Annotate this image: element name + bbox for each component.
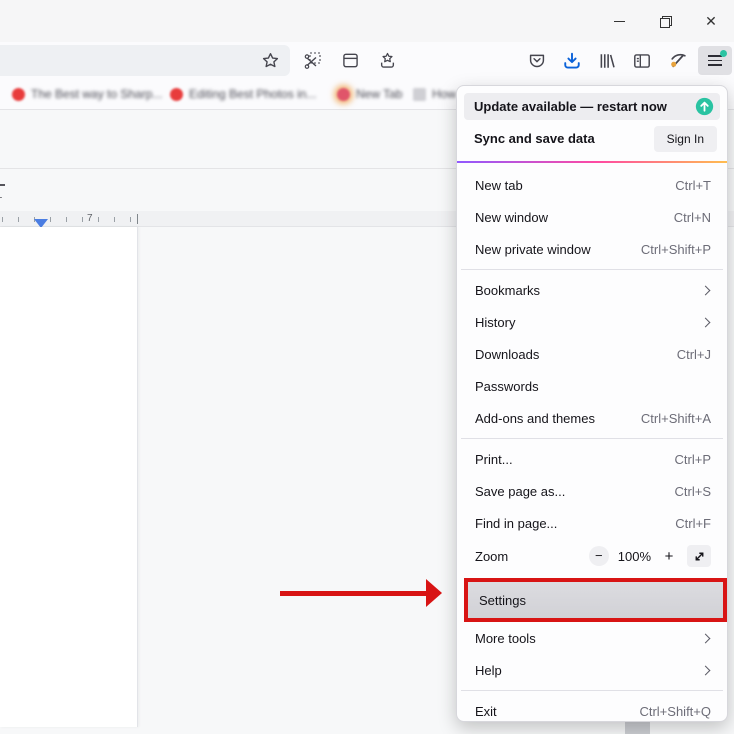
chevron-right-icon (701, 633, 711, 643)
shortcut: Ctrl+N (674, 210, 711, 225)
minimize-button[interactable] (596, 3, 642, 39)
pocket-icon[interactable] (523, 47, 551, 75)
downloads-icon[interactable] (558, 47, 586, 75)
bookmark-label: How (432, 87, 456, 101)
menu-item-downloads[interactable]: Downloads Ctrl+J (457, 338, 727, 370)
margin-marker[interactable] (137, 214, 138, 224)
update-badge-dot (720, 50, 727, 57)
zoom-level[interactable]: 100% (618, 549, 651, 564)
menu-item-save-page-as[interactable]: Save page as... Ctrl+S (457, 475, 727, 507)
shortcut: Ctrl+S (675, 484, 711, 499)
restore-icon (660, 16, 670, 26)
bookmark-item[interactable]: The Best way to Sharp... (12, 84, 162, 104)
sync-label: Sync and save data (474, 131, 654, 146)
update-banner-label: Update available — restart now (474, 99, 695, 114)
menu-item-new-tab[interactable]: New tab Ctrl+T (457, 169, 727, 201)
minimize-icon (614, 21, 625, 22)
update-banner[interactable]: Update available — restart now (464, 93, 720, 120)
annotation-arrow-head (426, 579, 442, 607)
close-button[interactable]: ✕ (688, 3, 734, 39)
menu-item-addons-themes[interactable]: Add-ons and themes Ctrl+Shift+A (457, 402, 727, 434)
shortcut: Ctrl+T (675, 178, 711, 193)
shortcut: Ctrl+J (677, 347, 711, 362)
navigation-toolbar (0, 42, 734, 79)
fullscreen-diagonal-icon (693, 550, 706, 563)
extension-pickaxe-icon[interactable] (663, 47, 691, 75)
titlebar: ✕ (0, 0, 734, 42)
library-icon[interactable] (593, 47, 621, 75)
shortcut: Ctrl+Shift+A (641, 411, 711, 426)
cutoff-toolbar-mark (0, 184, 5, 186)
menu-item-zoom: Zoom − 100% + (457, 539, 727, 573)
menu-item-passwords[interactable]: Passwords (457, 370, 727, 402)
favicon-red-dot (12, 88, 25, 101)
zoom-in-button[interactable]: + (660, 546, 678, 566)
menu-separator (461, 690, 723, 691)
container-box-icon[interactable] (336, 46, 364, 74)
save-star-tray-icon[interactable] (373, 46, 401, 74)
menu-item-new-private-window[interactable]: New private window Ctrl+Shift+P (457, 233, 727, 265)
shortcut: Ctrl+F (675, 516, 711, 531)
ruler-ticks (2, 217, 134, 222)
menu-list: New tab Ctrl+T New window Ctrl+N New pri… (457, 163, 727, 732)
url-bar[interactable] (0, 45, 290, 76)
bookmark-label: Editing Best Photos in... (189, 87, 316, 101)
bookmark-item[interactable]: New Tab (337, 84, 402, 104)
shortcut: Ctrl+Shift+P (641, 242, 711, 257)
chevron-right-icon (701, 665, 711, 675)
window-controls: ✕ (596, 0, 734, 42)
close-icon: ✕ (705, 14, 717, 28)
sidebar-icon[interactable] (628, 47, 656, 75)
restore-button[interactable] (642, 3, 688, 39)
annotation-highlight-box: Settings (464, 578, 727, 622)
sync-row: Sync and save data Sign In (457, 120, 727, 157)
menu-item-exit[interactable]: Exit Ctrl+Shift+Q (457, 695, 727, 727)
bookmark-label: New Tab (356, 87, 402, 101)
bookmark-star-icon[interactable] (256, 47, 284, 75)
menu-item-print[interactable]: Print... Ctrl+P (457, 443, 727, 475)
shortcut: Ctrl+Shift+Q (639, 704, 711, 719)
chevron-right-icon (701, 285, 711, 295)
chevron-right-icon (701, 317, 711, 327)
menu-item-new-window[interactable]: New window Ctrl+N (457, 201, 727, 233)
menu-item-settings[interactable]: Settings (468, 582, 723, 618)
app-menu-panel: Update available — restart now Sync and … (456, 85, 728, 722)
menu-item-find-in-page[interactable]: Find in page... Ctrl+F (457, 507, 727, 539)
menu-separator (461, 269, 723, 270)
favicon-red-dot (170, 88, 183, 101)
document-page (0, 227, 138, 727)
menu-item-history[interactable]: History (457, 306, 727, 338)
bookmark-item[interactable]: Editing Best Photos in... (170, 84, 316, 104)
bookmark-item[interactable]: How (413, 84, 456, 104)
menu-item-more-tools[interactable]: More tools (457, 622, 727, 654)
favicon-glow-dot (337, 88, 350, 101)
favicon-sketch (413, 88, 426, 101)
sign-in-button[interactable]: Sign In (654, 126, 717, 152)
shortcut: Ctrl+P (675, 452, 711, 467)
bookmark-label: The Best way to Sharp... (31, 87, 162, 101)
update-arrow-icon (695, 97, 714, 116)
annotation-arrow-shaft (280, 591, 428, 596)
menu-item-bookmarks[interactable]: Bookmarks (457, 274, 727, 306)
cutoff-plus-mark: + (0, 192, 2, 204)
menu-separator (461, 438, 723, 439)
menu-item-help[interactable]: Help (457, 654, 727, 686)
screenshot-scissors-icon[interactable] (299, 46, 327, 74)
fullscreen-button[interactable] (687, 545, 711, 567)
ruler-number: 7 (85, 213, 95, 224)
zoom-out-button[interactable]: − (589, 546, 609, 566)
menu-hamburger-button[interactable] (698, 46, 732, 75)
